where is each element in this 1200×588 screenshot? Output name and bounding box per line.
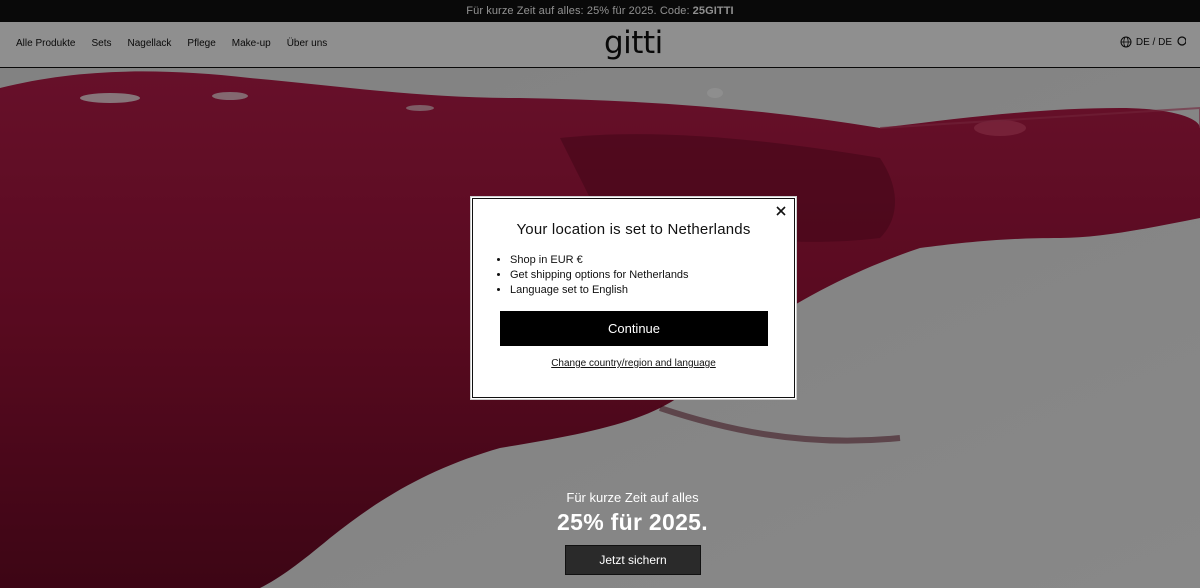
hero-subtitle: Für kurze Zeit auf alles: [566, 490, 699, 505]
location-modal: Your location is set to Netherlands Shop…: [471, 197, 796, 399]
list-item: Language set to English: [510, 283, 689, 298]
hero-text: Für kurze Zeit auf alles 25% für 2025.: [0, 490, 1200, 536]
list-item: Shop in EUR €: [510, 253, 689, 268]
modal-info-list: Shop in EUR € Get shipping options for N…: [510, 253, 689, 298]
list-item: Get shipping options for Netherlands: [510, 268, 689, 283]
hero-cta-button[interactable]: Jetzt sichern: [565, 545, 701, 575]
close-icon[interactable]: [775, 205, 787, 217]
continue-button[interactable]: Continue: [500, 311, 768, 346]
change-region-link[interactable]: Change country/region and language: [473, 358, 794, 369]
modal-title: Your location is set to Netherlands: [516, 221, 751, 238]
hero-title: 25% für 2025.: [557, 509, 708, 535]
